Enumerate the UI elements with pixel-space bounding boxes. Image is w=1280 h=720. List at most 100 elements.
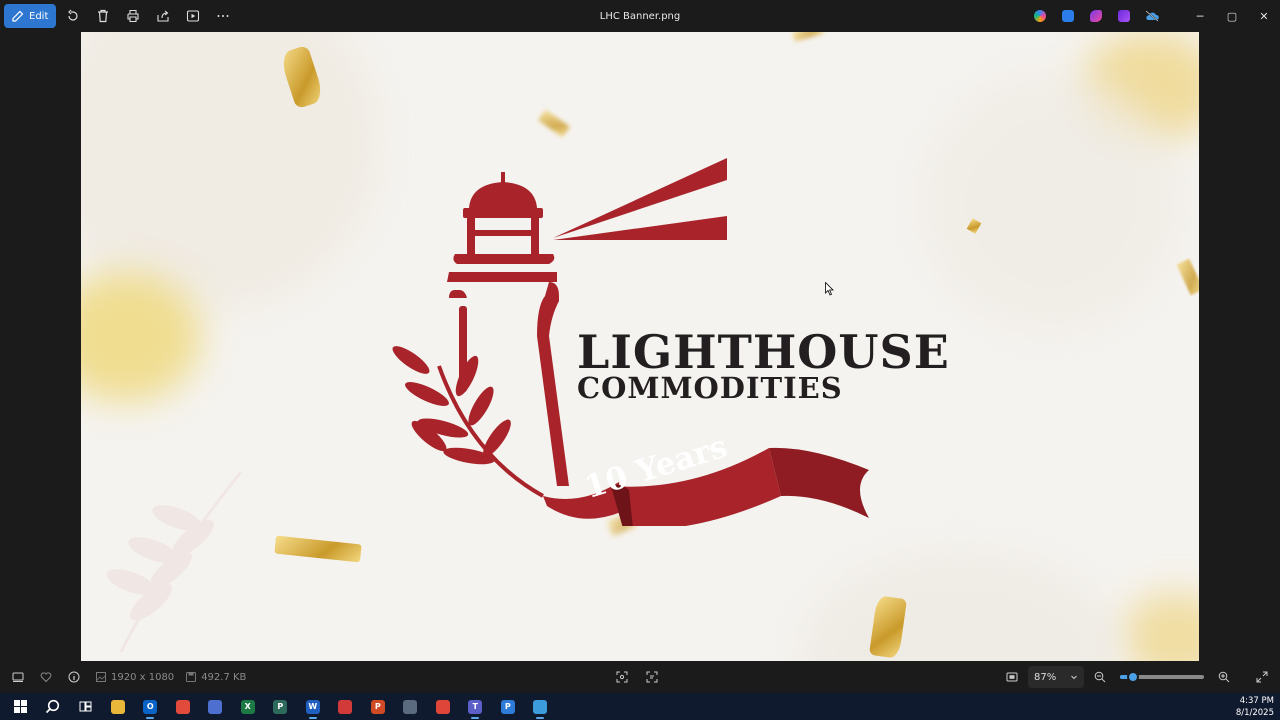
photos-app-window: Edit LHC Banner.png ─ ▢ ✕ LIGHTHOUSE COM… (0, 0, 1280, 720)
favorite-button[interactable] (36, 667, 56, 687)
taskbar-app-app[interactable] (329, 693, 362, 720)
taskbar-app-chrome[interactable] (167, 693, 200, 720)
maximize-button[interactable]: ▢ (1216, 0, 1248, 32)
wheat-watermark (106, 471, 243, 652)
search-button[interactable] (37, 693, 70, 720)
taskbar-app-outlook[interactable]: O (134, 693, 167, 720)
taskbar-app-app[interactable] (199, 693, 232, 720)
zoom-level: 87% (1034, 671, 1057, 683)
filmstrip-icon (12, 672, 24, 682)
lantern-post (467, 218, 475, 254)
image-dimensions: 1920 x 1080 (96, 672, 174, 683)
bokeh-gold (1121, 592, 1199, 661)
confetti-piece (1176, 258, 1199, 296)
rotate-button[interactable] (60, 4, 86, 28)
more-button[interactable] (210, 4, 236, 28)
taskbar-app-photos[interactable] (524, 693, 557, 720)
project-icon: P (500, 699, 515, 714)
zoom-out-button[interactable] (1090, 667, 1110, 687)
system-clock[interactable]: 4:37 PM 8/1/2025 (1236, 695, 1274, 719)
image-canvas[interactable]: LIGHTHOUSE COMMODITIES 10 Years (81, 32, 1199, 661)
outlook-icon: O (143, 699, 158, 714)
lantern-bar (475, 230, 531, 236)
fit-to-window-button[interactable] (1002, 667, 1022, 687)
text-scan-icon (646, 671, 658, 683)
task-view-button[interactable] (69, 693, 102, 720)
image-size-icon (96, 672, 106, 682)
zoom-in-button[interactable] (1214, 667, 1234, 687)
lighthouse-dome (469, 182, 537, 208)
taskbar-app-excel[interactable]: X (232, 693, 265, 720)
zoom-slider-thumb[interactable] (1126, 671, 1139, 683)
filmstrip-button[interactable] (8, 667, 28, 687)
print-button[interactable] (120, 4, 146, 28)
clock-time: 4:37 PM (1239, 696, 1274, 706)
lighthouse-ledge (449, 290, 467, 298)
taskbar-app-teams[interactable]: T (459, 693, 492, 720)
copilot-icon[interactable] (1026, 4, 1054, 28)
designer-icon[interactable] (1054, 4, 1082, 28)
window-controls: ─ ▢ ✕ (1184, 0, 1280, 32)
lighthouse-gallery (463, 208, 543, 218)
text-extract-button[interactable] (642, 667, 662, 687)
task-view-icon (79, 701, 92, 712)
app-icon (435, 699, 450, 714)
edit-button[interactable]: Edit (4, 4, 57, 28)
delete-icon (98, 9, 109, 23)
zoom-out-icon (1094, 671, 1106, 683)
bokeh-circle (801, 552, 1121, 661)
delete-button[interactable] (90, 4, 116, 28)
more-icon (217, 15, 229, 17)
mouse-cursor-icon (825, 282, 834, 296)
ribbon-tail-right (769, 447, 869, 518)
lighthouse-platform (447, 272, 557, 282)
lighthouse-balcony (453, 254, 555, 264)
confetti-piece (792, 32, 824, 42)
title-bar-right: ─ ▢ ✕ (1026, 0, 1280, 32)
heart-icon (40, 672, 52, 683)
wheat-leaf (392, 346, 430, 374)
visual-search-button[interactable] (612, 667, 632, 687)
close-button[interactable]: ✕ (1248, 0, 1280, 32)
taskbar-app-app[interactable] (427, 693, 460, 720)
search-icon (46, 699, 60, 714)
file-info-button[interactable] (64, 667, 84, 687)
windows-logo-icon (13, 700, 27, 713)
title-bar: Edit LHC Banner.png ─ ▢ ✕ (0, 0, 1280, 32)
slideshow-icon (187, 10, 200, 22)
status-center (612, 667, 662, 687)
clipchamp-icon[interactable] (1082, 4, 1110, 28)
video-editor-icon[interactable] (1110, 4, 1138, 28)
taskbar-app-project[interactable]: P (492, 693, 525, 720)
wheat-leaf (483, 419, 511, 457)
onedrive-icon[interactable] (1138, 4, 1166, 28)
cloud-off-icon (1145, 10, 1159, 22)
toolbar: Edit (0, 0, 236, 32)
edit-icon (12, 10, 24, 22)
taskbar-app-calculator[interactable] (394, 693, 427, 720)
zoom-in-icon (1218, 671, 1230, 683)
minimize-button[interactable]: ─ (1184, 0, 1216, 32)
calculator-icon (403, 699, 418, 714)
zoom-slider[interactable] (1120, 671, 1204, 683)
teams-icon: T (468, 699, 483, 714)
slideshow-button[interactable] (180, 4, 206, 28)
app-icon (208, 699, 223, 714)
powerpoint-icon: P (370, 699, 385, 714)
taskbar-app-file-explorer[interactable] (102, 693, 135, 720)
disk-icon (186, 672, 197, 682)
start-button[interactable] (4, 693, 37, 720)
info-icon (68, 671, 80, 683)
fullscreen-button[interactable] (1252, 667, 1272, 687)
zoom-dropdown[interactable]: 87% (1028, 666, 1084, 688)
lighthouse-tower (537, 282, 569, 486)
taskbar-app-project[interactable]: P (264, 693, 297, 720)
dimensions-text: 1920 x 1080 (111, 671, 175, 683)
taskbar-app-powerpoint[interactable]: P (362, 693, 395, 720)
share-button[interactable] (150, 4, 176, 28)
confetti-piece (537, 109, 571, 138)
zoom-controls: 87% (1002, 661, 1280, 693)
taskbar-app-word[interactable]: W (297, 693, 330, 720)
status-left: 1920 x 1080 492.7 KB (0, 667, 246, 687)
confetti-piece (274, 535, 362, 563)
